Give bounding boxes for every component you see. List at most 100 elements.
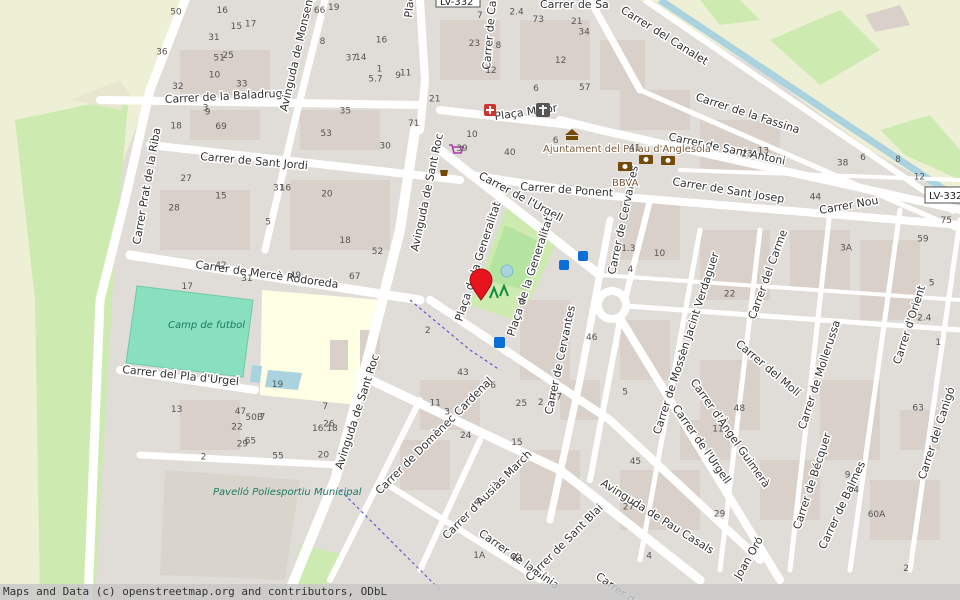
house-number: 30	[379, 142, 391, 152]
fountain-icon[interactable]	[440, 170, 448, 176]
house-number: 10	[466, 130, 478, 140]
house-number: 9	[205, 108, 211, 118]
house-number: 43	[457, 368, 468, 378]
house-number: 13	[758, 147, 769, 157]
map-canvas[interactable]: LV-332 LV-332 Carrer de la Baladruga Car…	[0, 0, 960, 600]
house-number: 15	[231, 22, 242, 32]
house-number: 18	[170, 121, 182, 131]
road-shield-lv-east: LV-332	[924, 186, 960, 204]
house-number: 51	[213, 54, 224, 64]
house-number: 16	[376, 36, 388, 46]
house-number: 35	[340, 107, 351, 117]
house-number: 9	[845, 471, 851, 481]
house-number: 8	[496, 41, 502, 51]
house-number: 41	[629, 143, 640, 153]
house-number: 37	[346, 53, 357, 63]
house-number: 52	[372, 247, 383, 257]
football-pitch	[125, 285, 254, 378]
house-number: 63	[912, 404, 923, 414]
house-number: 4	[853, 485, 859, 495]
house-number: 27	[623, 502, 634, 512]
house-number: 19	[272, 380, 284, 390]
house-number: 10	[654, 249, 666, 259]
house-number: 25	[516, 399, 527, 409]
house-number: 3A	[840, 244, 853, 254]
street-label-placa-top: Plac	[402, 0, 417, 18]
road-shield-lv-north-text: LV-332	[440, 0, 473, 8]
house-number: 2	[201, 453, 207, 463]
house-number: 77	[551, 393, 562, 403]
house-number: 6	[533, 84, 539, 94]
house-number: 2	[425, 326, 431, 336]
fountain-park-icon	[500, 264, 514, 278]
house-number: 22	[724, 289, 735, 299]
house-number: 2	[903, 564, 909, 574]
house-number: 4	[646, 552, 652, 562]
house-number: 31	[273, 184, 284, 194]
house-number: 1A	[473, 551, 486, 561]
house-number: 12	[555, 56, 566, 66]
house-number: 27	[180, 174, 191, 184]
house-number: 45	[630, 457, 641, 467]
house-number: 6	[860, 153, 866, 163]
church-cross-icon[interactable]	[536, 103, 550, 117]
house-number: 7	[477, 11, 483, 21]
house-number: 19	[328, 3, 340, 13]
house-number: 65	[245, 436, 256, 446]
house-number: 5	[929, 279, 935, 289]
label-pavello: Pavelló Poliesportiu Municipal	[213, 486, 362, 498]
house-number: 1	[935, 338, 941, 348]
pool-2	[250, 365, 262, 383]
house-number: 21	[571, 17, 582, 27]
road-shield-lv-north: LV-332	[435, 0, 481, 8]
house-number: 23	[741, 149, 752, 159]
house-number: 31	[241, 274, 252, 284]
house-number: 2	[538, 398, 544, 408]
house-number: 22	[231, 423, 242, 433]
house-number: 44	[810, 192, 822, 202]
house-number: 29	[714, 510, 726, 520]
house-number: 5.7	[368, 74, 382, 84]
house-number: 49	[290, 271, 302, 281]
house-number: 5	[265, 218, 271, 228]
house-number: 6	[553, 136, 559, 146]
house-number: 11	[400, 69, 411, 79]
house-number: 21	[429, 94, 440, 104]
house-number: 1	[377, 65, 383, 75]
label-bbva: BBVA	[612, 178, 639, 189]
house-number: 38	[837, 158, 849, 168]
house-number: 69	[215, 122, 227, 132]
house-number: 39	[456, 144, 468, 154]
house-number: 12	[485, 66, 496, 76]
house-number: 17	[182, 282, 193, 292]
house-number: 32	[172, 82, 183, 92]
house-number: 40	[504, 148, 516, 158]
house-number: 50B	[245, 413, 263, 423]
house-number: 31	[208, 33, 219, 43]
label-ajuntament: Ajuntament del Palau d'Anglesola	[543, 144, 711, 155]
house-number: 28	[168, 204, 180, 214]
house-number: 36	[156, 47, 168, 57]
label-camp-futbol: Camp de futbol	[168, 320, 245, 331]
house-number: 8	[320, 37, 326, 47]
map-attribution: Maps and Data (c) openstreetmap.org and …	[0, 584, 960, 600]
house-number: 48	[734, 404, 746, 414]
street-label-carrer-sa: Carrer de Sa	[540, 0, 609, 11]
house-number: 2.4	[917, 313, 932, 323]
house-number: 4	[474, 498, 480, 508]
house-number: 60A	[868, 510, 886, 520]
house-number: 75	[941, 216, 952, 226]
pool-1	[265, 370, 302, 390]
road-shield-lv-east-text: LV-332	[929, 191, 960, 202]
house-number: 16	[217, 6, 229, 16]
pharmacy-icon[interactable]	[484, 104, 496, 116]
house-number: 17	[245, 19, 256, 29]
house-number: 18	[339, 236, 351, 246]
house-number: 24	[460, 431, 472, 441]
house-number: 20	[321, 190, 333, 200]
house-number: 33	[236, 80, 247, 90]
house-number: 15	[215, 192, 226, 202]
house-number: 23	[469, 39, 480, 49]
house-number: 61	[512, 554, 523, 564]
house-number: 5	[622, 387, 628, 397]
